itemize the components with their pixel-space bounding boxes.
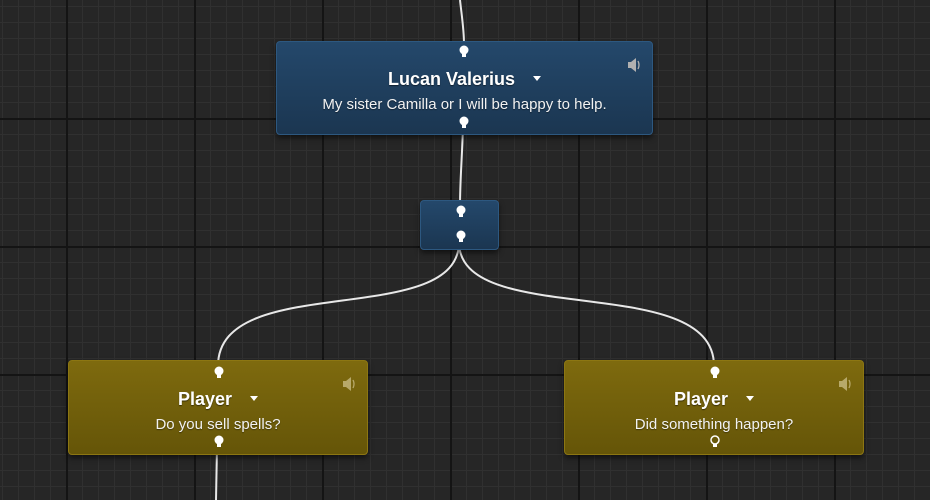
speaker-icon[interactable] [342, 375, 356, 393]
chevron-down-icon[interactable] [250, 395, 259, 401]
speaker-icon[interactable] [627, 56, 641, 74]
input-pin-icon[interactable] [709, 366, 721, 380]
wire-hub-to-happen[interactable] [458, 241, 715, 367]
node-header: Player [69, 389, 367, 410]
wire-lucan-to-hub[interactable] [459, 125, 464, 207]
node-header: Player [565, 389, 863, 410]
wire-incoming-to-lucan[interactable] [459, 0, 465, 45]
dialogue-graph-canvas[interactable]: Lucan Valerius My sister Camilla or I wi… [0, 0, 930, 500]
input-pin-icon[interactable] [455, 205, 467, 219]
empty-output-pin-icon[interactable] [709, 435, 721, 449]
chevron-down-icon[interactable] [533, 75, 542, 81]
speaker-name: Lucan Valerius [387, 69, 516, 89]
hub-node[interactable] [420, 200, 499, 250]
dialogue-line-text: Do you sell spells? [155, 416, 281, 433]
speaker-name: Player [673, 389, 729, 409]
dialogue-node-player-sell-spells[interactable]: Player Do you sell spells? [68, 360, 368, 455]
output-pin-icon[interactable] [458, 116, 470, 130]
input-pin-icon[interactable] [213, 366, 225, 380]
wire-hub-to-spells[interactable] [217, 241, 460, 367]
dialogue-line-text: My sister Camilla or I will be happy to … [322, 96, 607, 113]
dialogue-node-player-something-happen[interactable]: Player Did something happen? [564, 360, 864, 455]
input-pin-icon[interactable] [458, 45, 470, 59]
speaker-name: Player [177, 389, 233, 409]
chevron-down-icon[interactable] [746, 395, 755, 401]
output-pin-icon[interactable] [455, 230, 467, 244]
output-pin-icon[interactable] [213, 435, 225, 449]
dialogue-line-text: Did something happen? [634, 416, 794, 433]
node-header: Lucan Valerius [277, 69, 652, 90]
dialogue-node-lucan-valerius[interactable]: Lucan Valerius My sister Camilla or I wi… [276, 41, 653, 135]
speaker-icon[interactable] [838, 375, 852, 393]
